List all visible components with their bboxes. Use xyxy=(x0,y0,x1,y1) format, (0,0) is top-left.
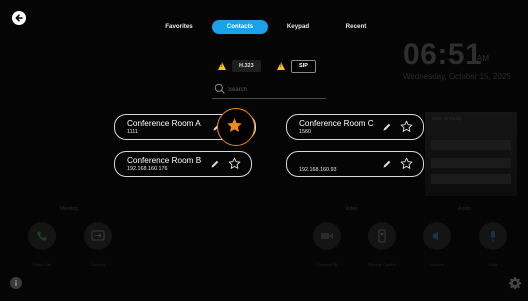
background-mute-button xyxy=(479,222,507,250)
background-place-call-button xyxy=(28,222,56,250)
contact-name: Conference Room C xyxy=(299,119,374,128)
search-input[interactable] xyxy=(228,84,324,96)
background-camera-button xyxy=(313,222,341,250)
info-icon: i xyxy=(14,278,18,288)
background-volume-button xyxy=(423,222,451,250)
background-clock: 06:51 xyxy=(403,38,483,71)
content-share-icon xyxy=(91,230,105,241)
pencil-icon[interactable] xyxy=(382,159,392,169)
microphone-icon xyxy=(491,230,495,242)
tab-keypad[interactable]: Keypad xyxy=(280,20,316,34)
star-icon[interactable] xyxy=(226,117,243,134)
background-section-video: Video xyxy=(345,206,358,212)
background-date: Wednesday, October 15, 2025 xyxy=(403,72,511,81)
contact-number: 192.168.160.93 xyxy=(299,166,337,173)
background-remote-button xyxy=(368,222,396,250)
background-section-meeting: Meeting xyxy=(60,206,78,212)
gear-icon[interactable] xyxy=(508,276,522,290)
star-icon[interactable] xyxy=(400,157,413,170)
contact-number: 192.168.160.176 xyxy=(127,166,168,172)
contact-name: Conference Room B xyxy=(127,156,202,165)
search-icon xyxy=(214,83,225,94)
contact-card-conference-room-b[interactable]: Conference Room B 192.168.160.176 xyxy=(114,151,252,177)
remote-icon xyxy=(378,229,386,243)
tab-favorites[interactable]: Favorites xyxy=(158,20,200,34)
camera-icon xyxy=(321,233,333,239)
background-volume-label: Volume xyxy=(430,262,444,267)
background-upcoming-label: Next Up Today xyxy=(432,116,462,121)
star-icon[interactable] xyxy=(228,157,241,170)
warning-icon xyxy=(218,62,226,70)
pencil-icon[interactable] xyxy=(210,159,220,169)
contact-name: Conference Room A xyxy=(127,119,201,128)
contact-card-192-168-160-93[interactable]: 192.168.160.93 xyxy=(286,151,424,177)
volume-icon xyxy=(433,231,438,241)
background-mute-label: Mute xyxy=(488,262,498,267)
search-bar[interactable] xyxy=(212,82,326,99)
protocol-h323-pill[interactable]: H.323 xyxy=(232,60,261,72)
pencil-icon[interactable] xyxy=(382,122,392,132)
protocol-sip[interactable]: SIP xyxy=(277,59,316,73)
info-button[interactable]: i xyxy=(10,277,22,289)
protocol-h323[interactable]: H.323 xyxy=(218,60,261,72)
contact-number: 1560 xyxy=(299,129,311,135)
background-section-audio: Audio xyxy=(458,206,471,212)
background-video-preview xyxy=(425,112,517,196)
contact-card-conference-room-c[interactable]: Conference Room C 1560 xyxy=(286,114,424,140)
contact-number: 1111 xyxy=(127,129,138,135)
tab-recent[interactable]: Recent xyxy=(334,20,378,34)
warning-icon xyxy=(277,62,285,70)
tab-contacts[interactable]: Contacts xyxy=(212,20,268,34)
back-button[interactable] xyxy=(12,11,26,25)
background-remote-label: Remote Control xyxy=(367,262,396,267)
phone-icon xyxy=(37,231,47,241)
background-content-button xyxy=(84,222,112,250)
background-place-call-label: Place Call xyxy=(32,262,51,267)
contact-tabs: Favorites Contacts Keypad Recent xyxy=(150,20,380,34)
background-clock-ampm: AM xyxy=(477,54,489,63)
back-arrow-icon xyxy=(15,14,23,22)
background-camera-label: Camera Off xyxy=(316,262,338,267)
star-icon[interactable] xyxy=(400,120,413,133)
protocol-sip-pill[interactable]: SIP xyxy=(291,59,316,73)
background-content-label: Content xyxy=(90,262,105,267)
